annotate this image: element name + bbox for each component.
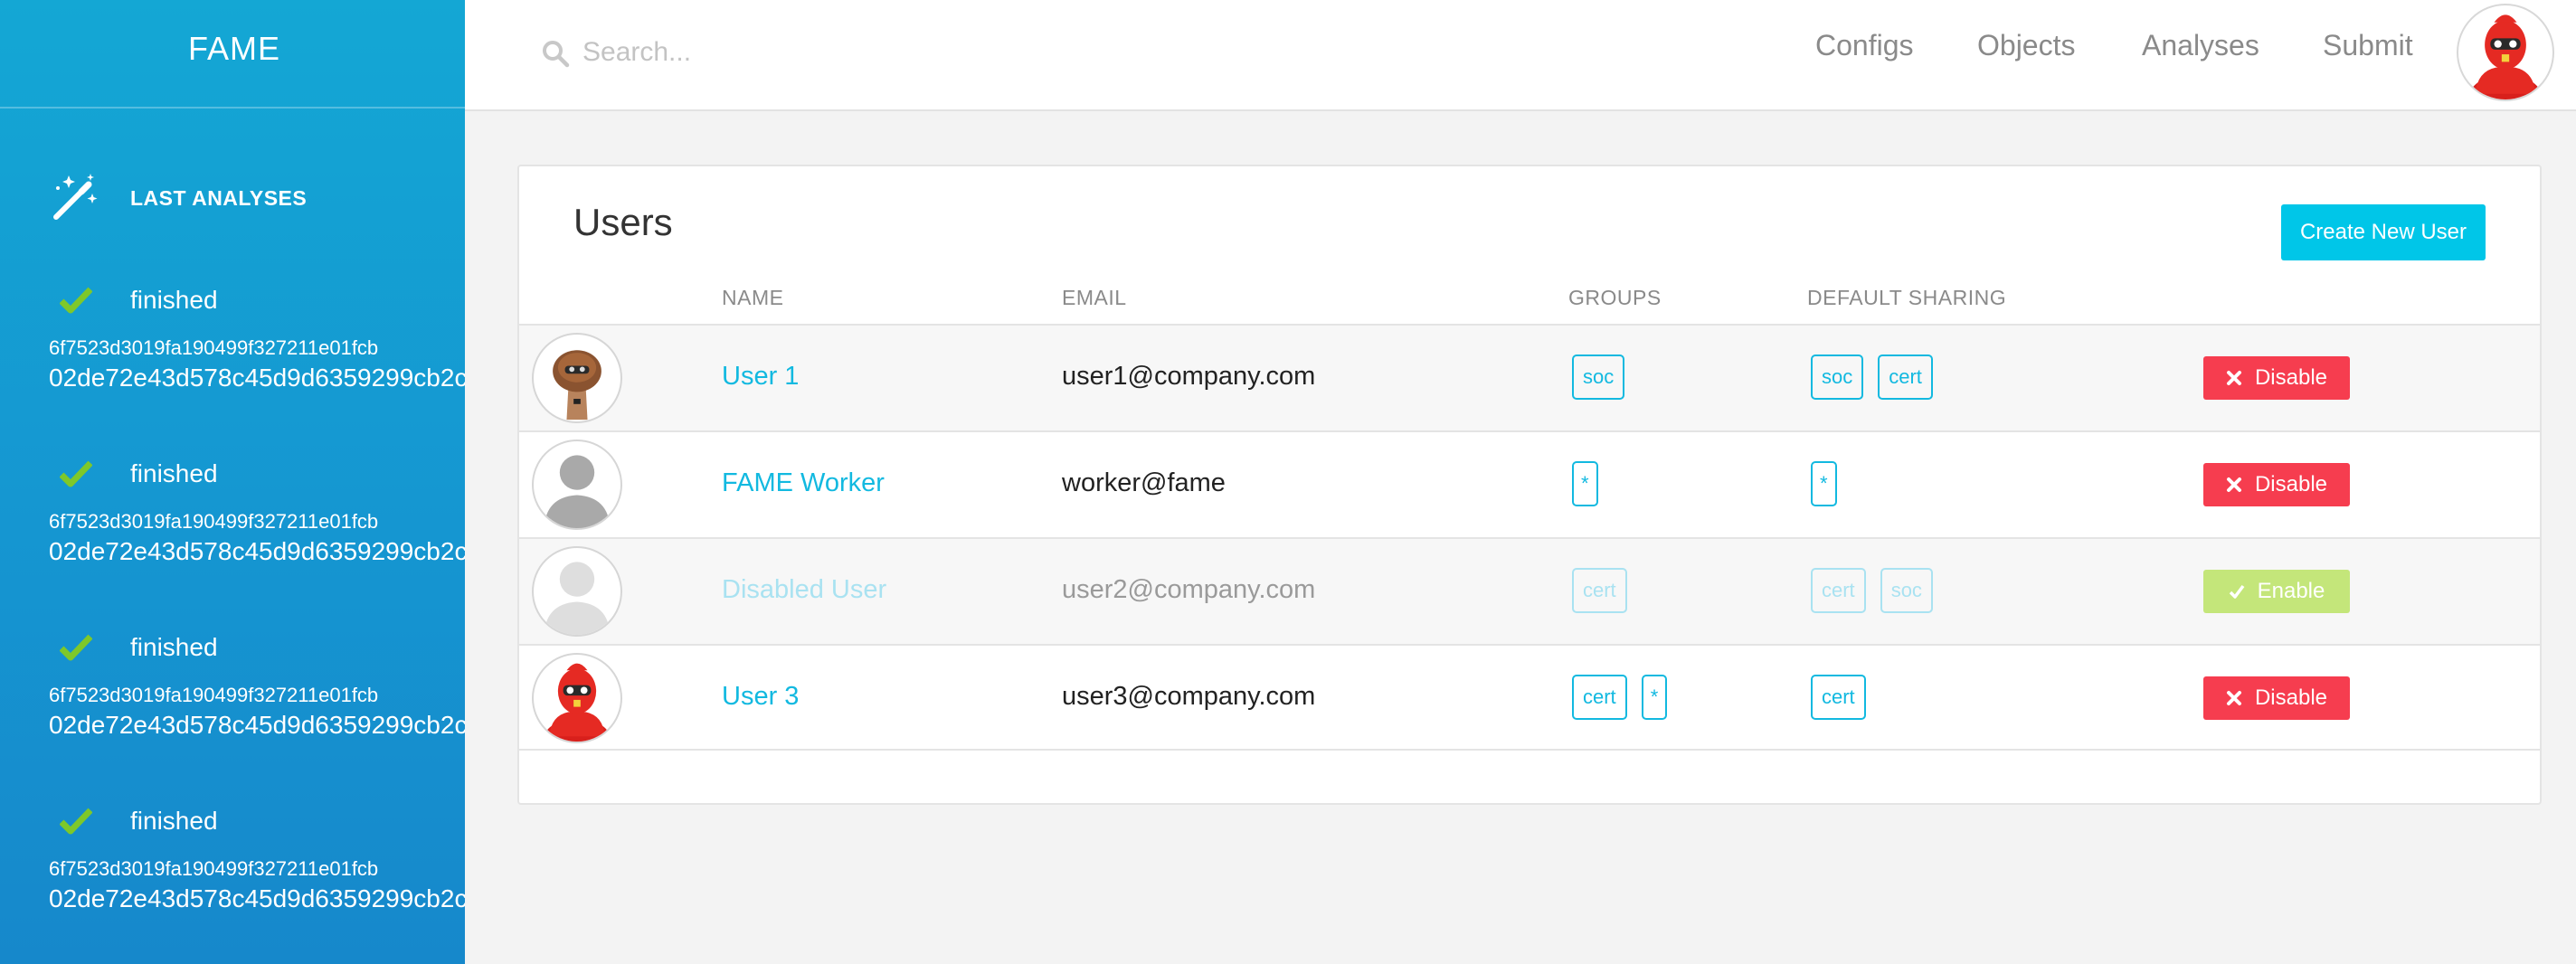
user-default-sharing: soc cert bbox=[1811, 354, 1933, 400]
table-row: FAME Worker worker@fame * * Disable bbox=[519, 430, 2540, 537]
disable-user-button[interactable]: Disable bbox=[2203, 676, 2350, 720]
user-email: user1@company.com bbox=[1062, 362, 1316, 391]
table-row: User 3 user3@company.com cert * cert Dis… bbox=[519, 644, 2540, 751]
users-panel: Users Create New User NAME EMAIL GROUPS … bbox=[517, 165, 2542, 805]
sharing-tag: * bbox=[1811, 461, 1837, 506]
disable-button-label: Disable bbox=[2254, 472, 2328, 496]
analysis-hash-sha: 02de72e43d578c45d9d6359299cb2c bbox=[49, 537, 465, 565]
column-header-name: NAME bbox=[722, 286, 784, 309]
search-input[interactable] bbox=[582, 27, 1125, 78]
check-icon bbox=[2229, 584, 2245, 599]
group-tag: * bbox=[1572, 461, 1598, 506]
analysis-status: finished bbox=[130, 807, 218, 835]
analysis-hash-md5: 6f7523d3019fa190499f327211e01fcb bbox=[49, 336, 379, 359]
table-row: User 1 user1@company.com soc soc cert Di… bbox=[519, 324, 2540, 430]
analysis-status: finished bbox=[130, 633, 218, 661]
last-analyses-title: LAST ANALYSES bbox=[130, 186, 308, 210]
user-name-link[interactable]: FAME Worker bbox=[722, 468, 885, 498]
close-icon bbox=[2226, 691, 2241, 705]
analysis-status: finished bbox=[130, 286, 218, 314]
user-email: worker@fame bbox=[1062, 468, 1226, 497]
user-groups: cert * bbox=[1572, 675, 1668, 720]
search-icon bbox=[543, 41, 570, 68]
analysis-hash-sha: 02de72e43d578c45d9d6359299cb2c bbox=[49, 884, 465, 912]
sharing-tag: cert bbox=[1811, 675, 1866, 720]
column-header-groups: GROUPS bbox=[1568, 286, 1662, 309]
analysis-hash-md5: 6f7523d3019fa190499f327211e01fcb bbox=[49, 684, 379, 706]
user-name-link[interactable]: User 3 bbox=[722, 682, 799, 712]
user-avatar bbox=[532, 653, 622, 743]
analysis-hash-md5: 6f7523d3019fa190499f327211e01fcb bbox=[49, 857, 379, 880]
close-icon bbox=[2226, 477, 2241, 492]
nav-objects[interactable]: Objects bbox=[1977, 29, 2075, 62]
top-bar: Configs Objects Analyses Submit bbox=[465, 0, 2576, 111]
enable-button-label: Enable bbox=[2257, 579, 2325, 603]
user-groups: cert bbox=[1572, 568, 1627, 613]
nav-analyses[interactable]: Analyses bbox=[2142, 29, 2259, 62]
user-default-sharing: cert bbox=[1811, 675, 1866, 720]
nav-submit[interactable]: Submit bbox=[2323, 29, 2413, 62]
last-analyses-header: LAST ANALYSES bbox=[51, 170, 307, 224]
page-title: Users bbox=[573, 201, 673, 243]
user-name-link[interactable]: Disabled User bbox=[722, 575, 886, 605]
magic-wand-icon bbox=[53, 174, 98, 220]
app-logo[interactable]: FAME bbox=[188, 30, 280, 68]
nav-configs[interactable]: Configs bbox=[1815, 29, 1914, 62]
user-email: user3@company.com bbox=[1062, 682, 1316, 711]
close-icon bbox=[2226, 371, 2241, 385]
create-user-button[interactable]: Create New User bbox=[2281, 204, 2486, 260]
group-tag: * bbox=[1641, 675, 1668, 720]
check-icon bbox=[60, 287, 92, 314]
analysis-hash-md5: 6f7523d3019fa190499f327211e01fcb bbox=[49, 510, 379, 533]
disable-button-label: Disable bbox=[2254, 365, 2328, 390]
disable-button-label: Disable bbox=[2254, 685, 2328, 710]
column-header-email: EMAIL bbox=[1062, 286, 1127, 309]
enable-user-button[interactable]: Enable bbox=[2203, 570, 2350, 613]
sharing-tag: soc bbox=[1880, 568, 1933, 613]
user-name-link[interactable]: User 1 bbox=[722, 362, 799, 392]
user-avatar bbox=[532, 333, 622, 423]
analysis-hash-sha: 02de72e43d578c45d9d6359299cb2c bbox=[49, 711, 465, 739]
sidebar: FAME LAST ANALYSES finished 6f7523d3019f… bbox=[0, 0, 465, 964]
brand-header: FAME bbox=[0, 0, 465, 109]
column-header-default-sharing: DEFAULT SHARING bbox=[1807, 286, 2007, 309]
user-default-sharing: * bbox=[1811, 461, 1837, 506]
user-avatar bbox=[532, 439, 622, 530]
sharing-tag: cert bbox=[1811, 568, 1866, 613]
disable-user-button[interactable]: Disable bbox=[2203, 356, 2350, 400]
sharing-tag: cert bbox=[1878, 354, 1933, 400]
analysis-status: finished bbox=[130, 459, 218, 487]
user-groups: soc bbox=[1572, 354, 1625, 400]
analysis-hash-sha: 02de72e43d578c45d9d6359299cb2c bbox=[49, 364, 465, 392]
check-icon bbox=[60, 634, 92, 661]
group-tag: cert bbox=[1572, 568, 1627, 613]
check-icon bbox=[60, 808, 92, 835]
user-default-sharing: cert soc bbox=[1811, 568, 1933, 613]
disable-user-button[interactable]: Disable bbox=[2203, 463, 2350, 506]
table-row: Disabled User user2@company.com cert cer… bbox=[519, 537, 2540, 644]
group-tag: soc bbox=[1572, 354, 1625, 400]
group-tag: cert bbox=[1572, 675, 1627, 720]
user-email: user2@company.com bbox=[1062, 575, 1316, 604]
sharing-tag: soc bbox=[1811, 354, 1864, 400]
check-icon bbox=[60, 460, 92, 487]
user-groups: * bbox=[1572, 461, 1598, 506]
user-menu-avatar[interactable] bbox=[2457, 4, 2554, 101]
user-avatar bbox=[532, 546, 622, 637]
